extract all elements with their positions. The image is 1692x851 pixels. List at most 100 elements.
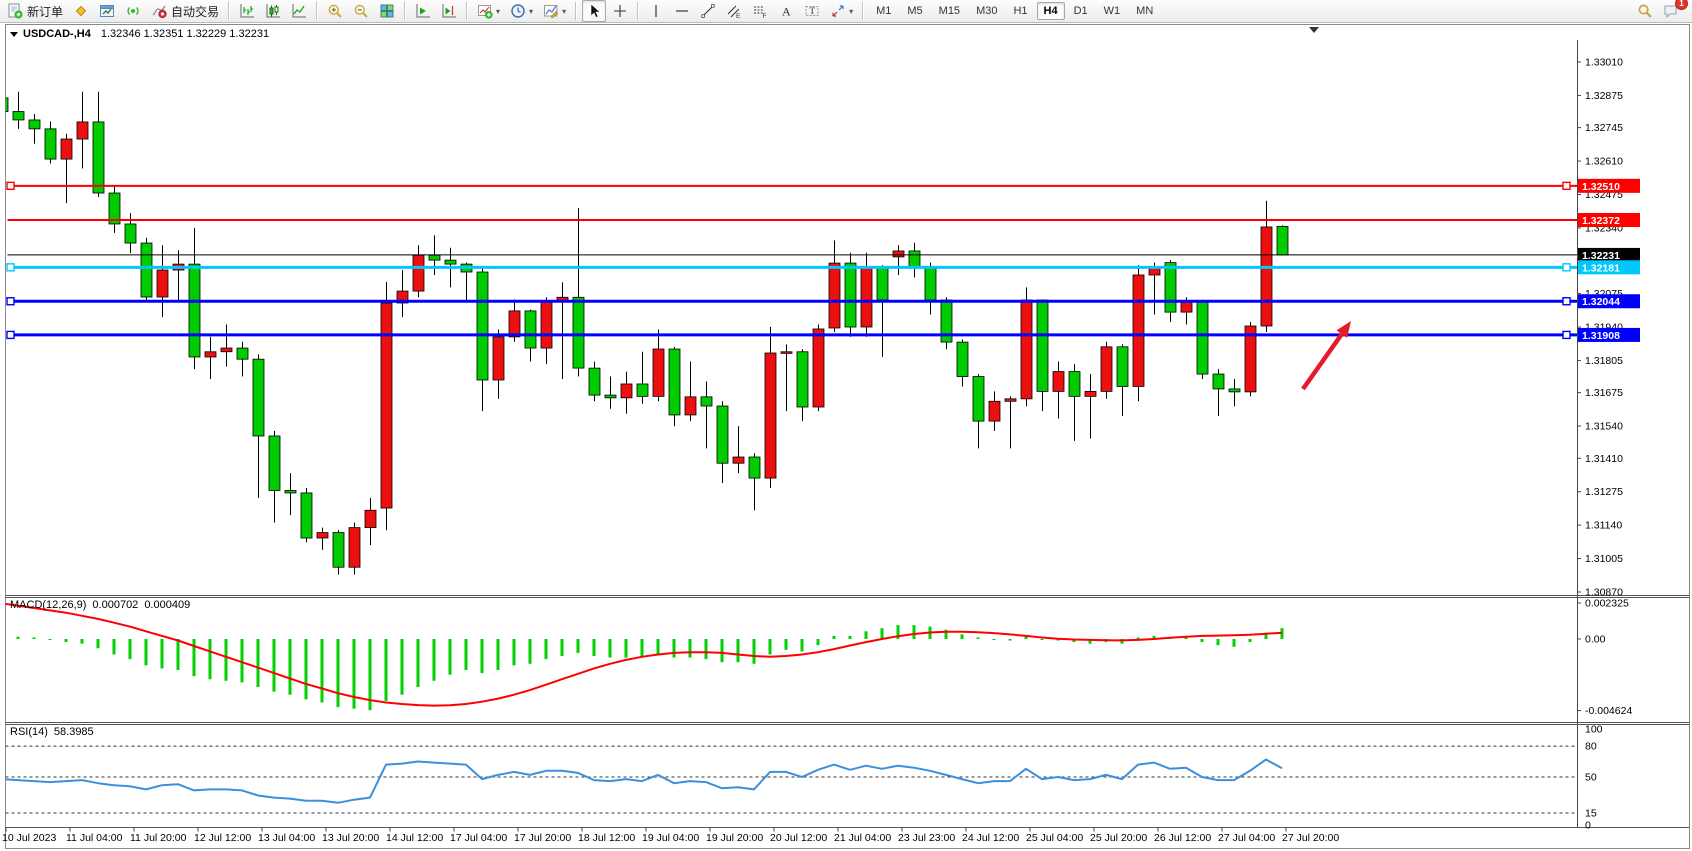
candle-body bbox=[701, 397, 712, 406]
candle-body bbox=[733, 457, 744, 463]
arrows-icon bbox=[830, 3, 846, 19]
candle-body bbox=[845, 263, 856, 327]
candle-body bbox=[445, 260, 456, 264]
macd-histogram-bar bbox=[465, 639, 468, 670]
timeframe-m30-button[interactable]: M30 bbox=[969, 2, 1004, 20]
periods-button[interactable]: ▾ bbox=[506, 0, 537, 22]
timeframe-mn-button[interactable]: MN bbox=[1129, 2, 1160, 20]
auto-trading-button-label: 自动交易 bbox=[171, 3, 219, 20]
line-handle[interactable] bbox=[1563, 182, 1570, 189]
expert-advisors-button[interactable] bbox=[69, 0, 93, 22]
rsi-tick-label: 0 bbox=[1585, 820, 1591, 832]
auto-trading-button[interactable]: 自动交易 bbox=[147, 0, 223, 22]
macd-histogram-bar bbox=[257, 639, 260, 687]
macd-histogram-bar bbox=[401, 639, 404, 695]
auto-scroll-button[interactable] bbox=[411, 0, 435, 22]
macd-histogram-bar bbox=[385, 639, 388, 701]
candle-body bbox=[141, 243, 152, 297]
candle-body bbox=[1021, 300, 1032, 399]
macd-histogram-bar bbox=[673, 639, 676, 658]
candlestick-button[interactable] bbox=[261, 0, 285, 22]
candle-body bbox=[509, 311, 520, 337]
macd-histogram-bar bbox=[321, 639, 324, 702]
vertical-line-button[interactable] bbox=[644, 0, 668, 22]
macd-histogram-bar bbox=[689, 639, 692, 658]
timeframe-h4-button[interactable]: H4 bbox=[1037, 2, 1065, 20]
dropdown-caret-icon[interactable]: ▾ bbox=[849, 7, 853, 16]
timeframe-m15-button[interactable]: M15 bbox=[932, 2, 967, 20]
zoom-in-button[interactable] bbox=[323, 0, 347, 22]
macd-histogram-bar bbox=[529, 639, 532, 664]
macd-histogram-bar bbox=[977, 637, 980, 639]
cursor-button[interactable] bbox=[582, 0, 606, 22]
chat-button[interactable]: 1 bbox=[1659, 0, 1683, 22]
trendline-button[interactable] bbox=[696, 0, 720, 22]
templates-button[interactable]: ▾ bbox=[539, 0, 570, 22]
toolbar-group-5 bbox=[581, 0, 633, 22]
fibonacci-button[interactable]: F bbox=[748, 0, 772, 22]
chart-shift-button[interactable] bbox=[437, 0, 461, 22]
candle-body bbox=[1181, 302, 1192, 312]
macd-histogram-bar bbox=[449, 639, 452, 675]
price-tag-label: 1.32231 bbox=[1582, 250, 1620, 262]
toolbar-group-3 bbox=[410, 0, 462, 22]
candle-body bbox=[861, 268, 872, 327]
line-handle[interactable] bbox=[1563, 298, 1570, 305]
macd-histogram-bar bbox=[161, 639, 164, 668]
line-handle[interactable] bbox=[7, 331, 14, 338]
auto-trading-icon bbox=[151, 3, 167, 19]
zoom-out-button[interactable] bbox=[349, 0, 373, 22]
new-order-button-label: 新订单 bbox=[27, 3, 63, 20]
timeframe-m1-button[interactable]: M1 bbox=[869, 2, 898, 20]
candle-body bbox=[957, 342, 968, 376]
bar-chart-button[interactable] bbox=[235, 0, 259, 22]
macd-histogram-bar bbox=[849, 636, 852, 639]
timeframe-h1-button[interactable]: H1 bbox=[1006, 2, 1034, 20]
dropdown-caret-icon[interactable]: ▾ bbox=[562, 7, 566, 16]
search-button[interactable] bbox=[1633, 0, 1657, 22]
timeframe-w1-button[interactable]: W1 bbox=[1097, 2, 1128, 20]
indicators-icon bbox=[477, 3, 493, 19]
candle-body bbox=[205, 352, 216, 357]
macd-histogram-bar bbox=[1137, 637, 1140, 639]
crosshair-button[interactable] bbox=[608, 0, 632, 22]
line-chart-icon bbox=[291, 3, 307, 19]
line-chart-button[interactable] bbox=[287, 0, 311, 22]
toolbar-separator bbox=[637, 2, 639, 20]
line-handle[interactable] bbox=[1563, 331, 1570, 338]
line-handle[interactable] bbox=[1563, 264, 1570, 271]
text-button[interactable]: A bbox=[774, 0, 798, 22]
line-handle[interactable] bbox=[7, 182, 14, 189]
price-tick-label: 1.31410 bbox=[1585, 453, 1623, 465]
signals-button[interactable] bbox=[121, 0, 145, 22]
new-order-icon bbox=[7, 3, 23, 19]
crosshair-icon bbox=[612, 3, 628, 19]
new-order-button[interactable]: 新订单 bbox=[3, 0, 67, 22]
candle-body bbox=[1037, 300, 1048, 391]
text-label-button[interactable]: T bbox=[800, 0, 824, 22]
macd-histogram-bar bbox=[49, 639, 52, 640]
arrows-button[interactable]: ▾ bbox=[826, 0, 857, 22]
macd-histogram-bar bbox=[305, 639, 308, 699]
chart-window-button[interactable] bbox=[95, 0, 119, 22]
candle-body bbox=[669, 349, 680, 415]
macd-histogram-bar bbox=[769, 639, 772, 654]
candle-body bbox=[637, 384, 648, 396]
timeframe-m5-button[interactable]: M5 bbox=[900, 2, 929, 20]
toolbar-group-2 bbox=[322, 0, 400, 22]
dropdown-caret-icon[interactable]: ▾ bbox=[496, 7, 500, 16]
time-tick-label: 23 Jul 23:00 bbox=[898, 832, 955, 844]
dropdown-caret-icon[interactable]: ▾ bbox=[529, 7, 533, 16]
line-handle[interactable] bbox=[7, 298, 14, 305]
indicators-button[interactable]: ▾ bbox=[473, 0, 504, 22]
line-handle[interactable] bbox=[7, 264, 14, 271]
timeframe-d1-button[interactable]: D1 bbox=[1067, 2, 1095, 20]
price-tag-label: 1.31908 bbox=[1582, 330, 1620, 342]
macd-histogram-bar bbox=[913, 625, 916, 639]
channel-button[interactable]: E bbox=[722, 0, 746, 22]
horizontal-line-button[interactable] bbox=[670, 0, 694, 22]
time-tick-label: 13 Jul 20:00 bbox=[322, 832, 379, 844]
svg-text:T: T bbox=[810, 6, 816, 16]
tile-windows-button[interactable] bbox=[375, 0, 399, 22]
candle-body bbox=[333, 533, 344, 568]
